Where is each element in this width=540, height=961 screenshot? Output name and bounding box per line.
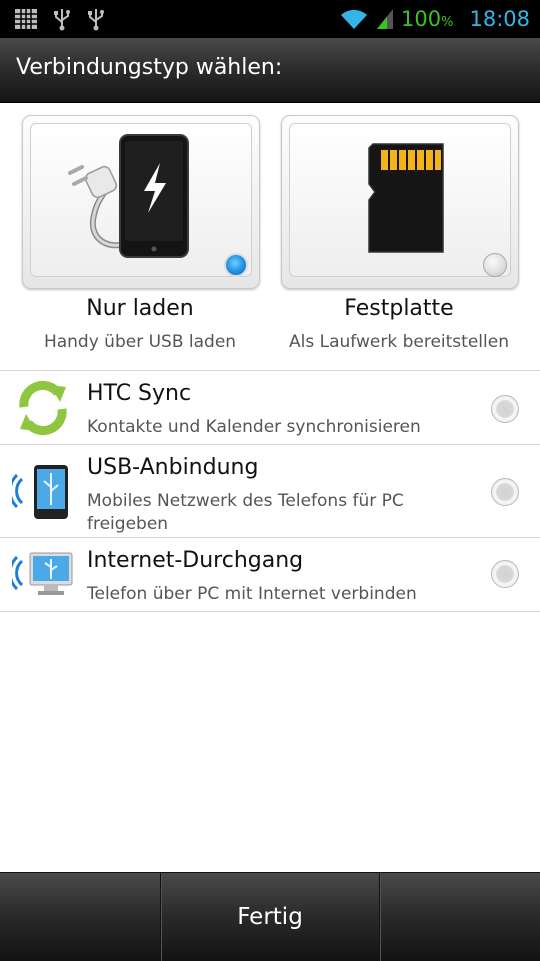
list-item-desc: Telefon über PC mit Internet verbinden xyxy=(87,584,417,604)
bottom-action-bar: Fertig xyxy=(0,872,540,961)
tile-charge-only[interactable] xyxy=(22,115,260,289)
list-item-desc: Kontakte und Kalender synchronisieren xyxy=(87,417,421,437)
list-item-radio[interactable] xyxy=(491,395,519,423)
signal-icon xyxy=(377,9,394,29)
tile-disk-drive-label: Festplatte xyxy=(344,296,454,321)
usb-tethering-icon xyxy=(12,465,68,519)
list-item-title: HTC Sync xyxy=(87,381,192,406)
list-item-radio[interactable] xyxy=(491,478,519,506)
tile-charge-only-label: Nur laden xyxy=(86,296,194,321)
dialog-title-bar: Verbindungstyp wählen: xyxy=(0,38,540,103)
list-item-title: USB-Anbindung xyxy=(87,455,259,480)
list-item-htc-sync[interactable]: HTC Sync Kontakte und Kalender synchroni… xyxy=(0,370,540,444)
tile-charge-only-radio[interactable] xyxy=(224,253,248,277)
battery-level: 100% xyxy=(401,7,454,31)
sd-card-icon xyxy=(15,9,37,29)
tile-disk-drive-sub: Als Laufwerk bereitstellen xyxy=(289,332,509,352)
tile-charge-only-sub: Handy über USB laden xyxy=(43,332,237,352)
tile-charge-only-frame xyxy=(30,123,252,277)
dialog-title: Verbindungstyp wählen: xyxy=(16,55,283,80)
divider xyxy=(379,873,380,961)
list-item-usb-tethering[interactable]: USB-Anbindung Mobiles Netzwerk des Telef… xyxy=(0,444,540,537)
done-button[interactable]: Fertig xyxy=(161,873,379,961)
tile-disk-drive[interactable] xyxy=(281,115,519,289)
usb-debug-icon xyxy=(88,9,104,31)
wifi-icon xyxy=(341,9,368,29)
phone-charging-icon xyxy=(68,134,189,258)
clock: 18:08 xyxy=(469,7,530,31)
list-item-title: Internet-Durchgang xyxy=(87,548,304,573)
sync-icon xyxy=(19,380,67,436)
connection-type-list: HTC Sync Kontakte und Kalender synchroni… xyxy=(0,370,540,612)
status-bar: 100% 18:08 xyxy=(0,0,540,38)
internet-pass-through-icon xyxy=(12,552,73,595)
sd-card-icon xyxy=(368,143,444,253)
tile-disk-drive-radio[interactable] xyxy=(483,253,507,277)
list-item-internet-pass-through[interactable]: Internet-Durchgang Telefon über PC mit I… xyxy=(0,537,540,612)
usb-icon xyxy=(54,9,70,31)
list-item-desc: Mobiles Netzwerk des Telefons für PC fre… xyxy=(87,491,404,534)
list-item-radio[interactable] xyxy=(491,560,519,588)
tile-disk-drive-frame xyxy=(289,123,511,277)
